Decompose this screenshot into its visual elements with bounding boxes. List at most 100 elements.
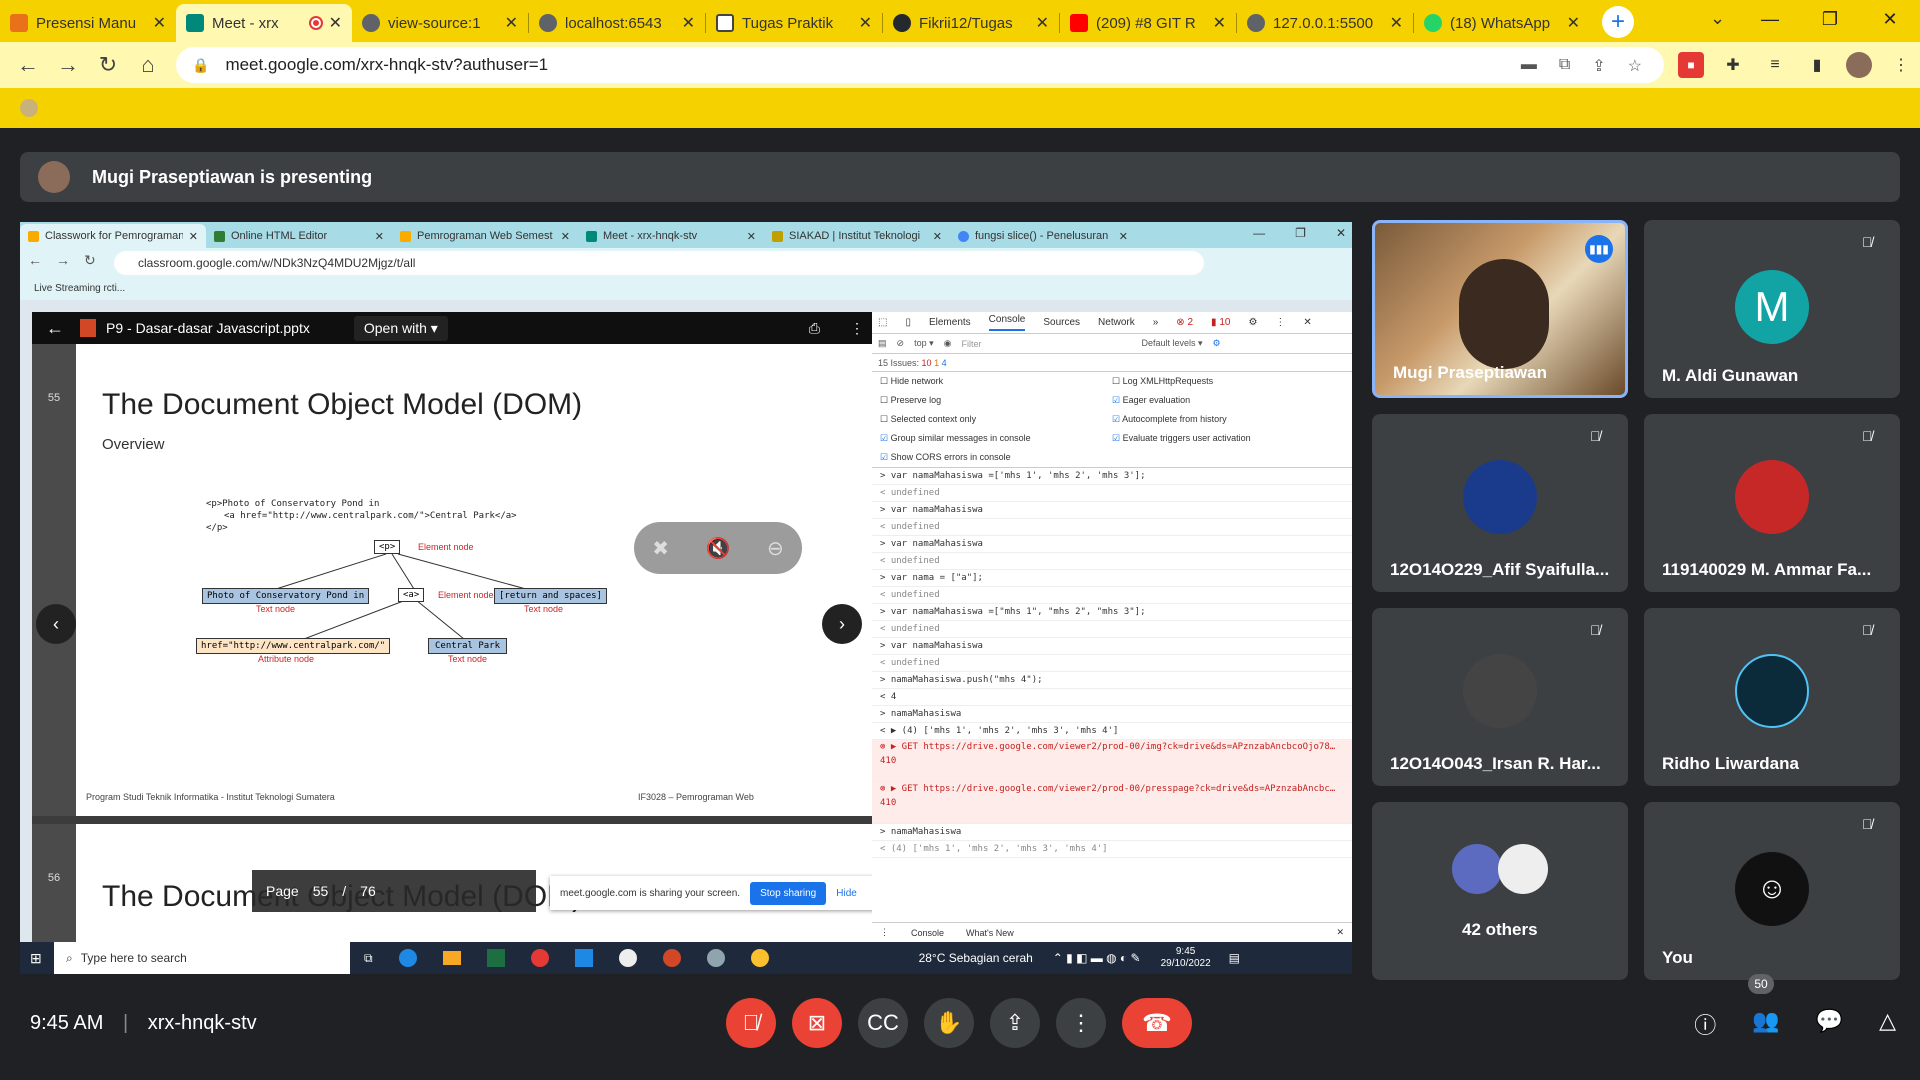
hide-button: Hide (836, 887, 857, 899)
youtube-tab-icon (1070, 14, 1088, 32)
dom-tree-lines (275, 553, 527, 640)
lock-icon[interactable]: 🔒 (192, 57, 209, 74)
console-line: > var namaMahasiswa =['mhs 1', 'mhs 2', … (872, 468, 1352, 485)
more-icon: ⋮ (850, 319, 864, 336)
browser-tab-127[interactable]: 127.0.0.1:5500 ✕ (1237, 4, 1413, 42)
raise-hand-button[interactable]: ✋ (924, 998, 974, 1048)
kebab-menu-icon[interactable]: ⋮ (1888, 52, 1914, 78)
browser-tab-github[interactable]: Fikrii12/Tugas ✕ (883, 4, 1059, 42)
close-icon: ✕ (374, 230, 384, 243)
participant-tile-others[interactable]: 42 others (1372, 802, 1628, 980)
mic-toggle-button[interactable]: 🎙̸ (726, 998, 776, 1048)
chat-icon[interactable]: 💬 (1816, 1008, 1843, 1040)
console-text: var namaMahasiswa =["mhs 1", "mhs 2", "m… (890, 607, 1146, 617)
share-icon[interactable]: ⇪ (1592, 56, 1605, 76)
setting-autocomplete: ☑ Autocomplete from history (1112, 414, 1227, 424)
console-text: namaMahasiswa.push("mhs 4"); (890, 675, 1043, 685)
console-toolbar: ▤ ⊘ top ▾ ◉ Filter Default levels ▾ ⚙ (872, 334, 1352, 354)
browser-tab-meet[interactable]: Meet - xrx ✕ (176, 4, 352, 42)
forward-arrow-icon[interactable]: → (48, 52, 88, 78)
google-icon (958, 230, 969, 242)
participant-tile[interactable]: 🎙̸ 12O14O229_Afif Syaifulla... (1372, 414, 1628, 592)
close-tab-icon[interactable]: ✕ (1213, 13, 1226, 33)
browser-tab-youtube[interactable]: (209) #8 GIT R ✕ (1060, 4, 1236, 42)
participant-tile[interactable]: 🎙̸ M M. Aldi Gunawan (1644, 220, 1900, 398)
people-icon[interactable]: 👥 (1752, 1008, 1779, 1040)
profile-avatar[interactable] (1846, 52, 1872, 78)
window-close-icon[interactable]: ✕ (1860, 0, 1920, 38)
tab-label: (209) #8 GIT R (1096, 14, 1196, 32)
inspect-icon: ⬚ (878, 317, 888, 328)
browser-tab-tugas[interactable]: Tugas Praktik ✕ (706, 4, 882, 42)
close-tab-icon[interactable]: ✕ (859, 13, 872, 33)
sharing-text: meet.google.com is sharing your screen. (560, 887, 741, 899)
console-line: < undefined (872, 553, 1352, 570)
translate-icon[interactable]: ⧉ (1559, 56, 1570, 76)
bookmark-star-icon[interactable]: ☆ (1628, 56, 1642, 76)
back-arrow-icon[interactable]: ← (8, 52, 48, 78)
console-line: > var namaMahasiswa (872, 536, 1352, 553)
new-tab-button[interactable]: + (1602, 6, 1634, 38)
media-queue-icon[interactable]: ≡ (1762, 52, 1788, 78)
restore-icon[interactable]: ❐ (1800, 0, 1860, 38)
side-panel-icon[interactable]: ▮ (1804, 52, 1830, 78)
home-icon[interactable]: ⌂ (128, 52, 168, 78)
address-bar[interactable]: 🔒 meet.google.com/xrx-hnqk-stv?authuser=… (176, 47, 1664, 83)
console-line: > var namaMahasiswa (872, 502, 1352, 519)
browser-tab-whatsapp[interactable]: (18) WhatsApp ✕ (1414, 4, 1590, 42)
close-tab-icon[interactable]: ✕ (682, 13, 695, 33)
app-icon (706, 949, 725, 967)
camera-toggle-button[interactable]: ⊠ (792, 998, 842, 1048)
close-tab-icon[interactable]: ✕ (329, 13, 342, 33)
leave-call-button[interactable]: ☎ (1122, 998, 1192, 1048)
extension-red-icon[interactable]: ■ (1678, 52, 1704, 78)
taskbar-search: ⌕ Type here to search (54, 942, 350, 974)
browser-tab-presensi[interactable]: Presensi Manu ✕ (0, 4, 176, 42)
shared-tab-label: Meet - xrx-hnqk-stv (603, 230, 698, 242)
tab-label: Presensi Manu (36, 14, 137, 32)
close-tab-icon[interactable]: ✕ (505, 13, 518, 33)
shared-tab-label: Pemrograman Web Semest (417, 230, 553, 242)
drawer-menu-icon: ⋮ (880, 927, 889, 937)
console-line: < undefined (872, 519, 1352, 536)
print-icon: ⎙ (808, 319, 820, 336)
camera-icon[interactable]: ▬ (1521, 56, 1537, 76)
setting-label: Selected context only (890, 414, 977, 424)
browser-tab-view-source[interactable]: view-source:1 ✕ (352, 4, 528, 42)
devtools-tab: Network (1098, 317, 1135, 328)
present-button[interactable]: ⇪ (990, 998, 1040, 1048)
drawer-tab: What's New (966, 927, 1014, 938)
close-tab-icon[interactable]: ✕ (153, 13, 166, 33)
browser-tab-localhost[interactable]: localhost:6543 ✕ (529, 4, 705, 42)
globe-tab-icon (362, 14, 380, 32)
activities-icon[interactable]: △ (1879, 1008, 1896, 1040)
more-tabs-icon: » (1152, 317, 1159, 328)
tab-label: 127.0.0.1:5500 (1273, 14, 1374, 32)
minimize-icon[interactable]: — (1740, 0, 1800, 38)
tab-search-chevron-icon[interactable]: ⌄ (1710, 8, 1725, 29)
participant-tile-presenter[interactable]: ▮▮▮ Mugi Praseptiawan (1372, 220, 1628, 398)
participant-tile[interactable]: 🎙̸ 119140029 M. Ammar Fa... (1644, 414, 1900, 592)
participant-tile[interactable]: 🎙̸ Ridho Liwardana (1644, 608, 1900, 786)
edge-icon (398, 949, 417, 967)
puzzle-icon[interactable]: ✚ (1720, 52, 1746, 78)
console-text: undefined (890, 556, 940, 566)
captions-button[interactable]: CC (858, 998, 908, 1048)
shared-tab-label: Classwork for Pemrograman (45, 230, 183, 242)
more-options-button[interactable]: ⋮ (1056, 998, 1106, 1048)
info-icon[interactable]: ⓘ (1694, 1008, 1716, 1040)
slides-icon (400, 230, 411, 242)
close-tab-icon[interactable]: ✕ (1567, 13, 1580, 33)
close-tab-icon[interactable]: ✕ (1036, 13, 1049, 33)
devtools-panel: ⬚ ▯ Elements Console Sources Network » ⊗… (872, 312, 1352, 942)
close-tab-icon[interactable]: ✕ (1390, 13, 1403, 33)
warning-count-value: 10 (1219, 317, 1231, 328)
sidebar-icon: ▤ (878, 338, 887, 348)
hand-icon: ✋ (935, 1010, 963, 1035)
participant-tile[interactable]: 🎙̸ 12O14O043_Irsan R. Har... (1372, 608, 1628, 786)
bookmark-icon[interactable] (20, 99, 38, 117)
shared-nav: ← → ↻ (28, 252, 96, 269)
reload-icon[interactable]: ↻ (88, 52, 128, 78)
participant-tile-self[interactable]: 🎙̸ ☺ You (1644, 802, 1900, 980)
participant-name: 119140029 M. Ammar Fa... (1662, 560, 1872, 579)
